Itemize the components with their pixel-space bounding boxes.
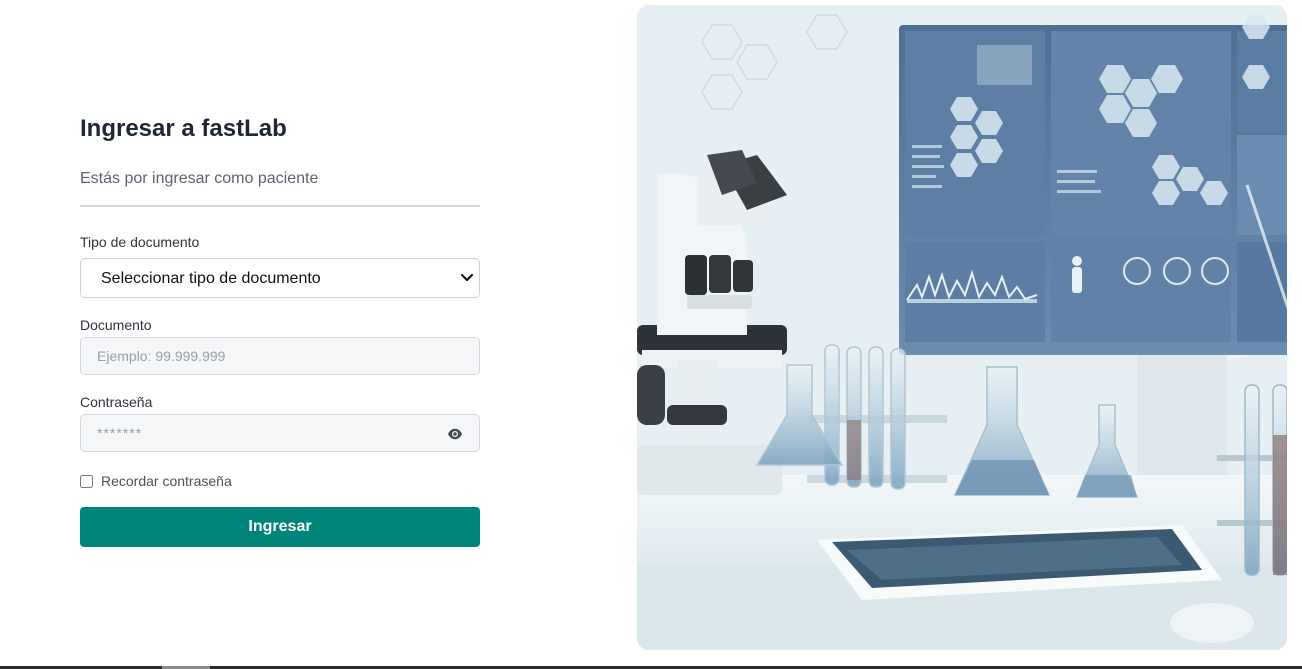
chevron-down-icon xyxy=(460,273,474,282)
page-subtitle: Estás por ingresar como paciente xyxy=(80,170,319,187)
password-label: Contraseña xyxy=(80,394,153,410)
password-input[interactable] xyxy=(81,415,479,451)
laboratory-illustration-art xyxy=(637,5,1287,650)
document-label: Documento xyxy=(80,317,152,333)
laboratory-illustration xyxy=(637,5,1287,650)
remember-checkbox[interactable] xyxy=(80,474,93,488)
doc-type-selected-value: Seleccionar tipo de documento xyxy=(101,270,321,287)
document-input-wrapper xyxy=(80,337,480,375)
login-page: Ingresar a fastLab Estás por ingresar co… xyxy=(0,0,1302,669)
login-form: Ingresar a fastLab Estás por ingresar co… xyxy=(80,113,480,547)
remember-label[interactable]: Recordar contraseña xyxy=(101,472,232,490)
document-input[interactable] xyxy=(81,338,479,374)
divider xyxy=(80,205,480,207)
document-field: Documento xyxy=(80,316,480,375)
doc-type-label: Tipo de documento xyxy=(80,234,200,250)
doc-type-field: Tipo de documento Seleccionar tipo de do… xyxy=(80,233,480,298)
doc-type-select[interactable]: Seleccionar tipo de documento xyxy=(80,258,480,298)
password-field: Contraseña xyxy=(80,393,480,452)
page-title: Ingresar a fastLab xyxy=(80,115,287,142)
remember-password: Recordar contraseña xyxy=(80,472,480,490)
password-input-wrapper xyxy=(80,414,480,452)
submit-button[interactable]: Ingresar xyxy=(80,507,480,547)
eye-icon[interactable] xyxy=(447,427,463,441)
